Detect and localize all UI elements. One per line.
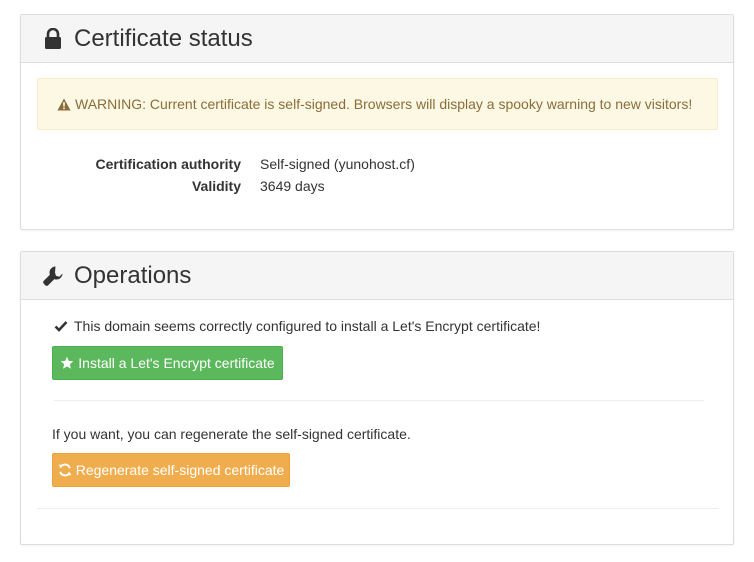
panel-heading: Certificate status [21, 15, 733, 63]
panel-title: Operations [74, 261, 192, 289]
detail-label: Validity [191, 178, 241, 194]
regenerate-self-signed-button[interactable]: Regenerate self-signed certificate [52, 453, 290, 487]
regenerate-text: If you want, you can regenerate the self… [52, 426, 411, 442]
detail-value: 3649 days [260, 178, 325, 194]
star-icon [60, 356, 74, 370]
divider [37, 508, 718, 509]
configuration-ok-message: This domain seems correctly configured t… [54, 318, 540, 334]
certificate-details: Certification authority Self-signed (yun… [21, 153, 733, 197]
detail-row-authority: Certification authority Self-signed (yun… [21, 153, 733, 175]
lock-icon [41, 27, 65, 51]
operations-panel: Operations This domain seems correctly c… [20, 251, 734, 545]
regenerate-button-label: Regenerate self-signed certificate [75, 462, 285, 478]
check-icon [54, 319, 68, 333]
detail-label: Certification authority [95, 156, 241, 172]
warning-triangle-icon [57, 98, 71, 111]
certificate-status-panel: Certificate status WARNING: Current cert… [20, 14, 734, 230]
panel-title: Certificate status [74, 24, 253, 52]
refresh-icon [58, 463, 72, 477]
divider [54, 400, 704, 401]
wrench-icon [41, 264, 65, 288]
self-signed-warning-alert: WARNING: Current certificate is self-sig… [37, 78, 718, 130]
install-button-label: Install a Let's Encrypt certificate [78, 355, 275, 371]
install-letsencrypt-button[interactable]: Install a Let's Encrypt certificate [52, 346, 283, 380]
detail-value: Self-signed (yunohost.cf) [260, 156, 415, 172]
detail-row-validity: Validity 3649 days [21, 175, 733, 197]
ok-message-text: This domain seems correctly configured t… [74, 318, 541, 334]
warning-text: WARNING: Current certificate is self-sig… [75, 96, 693, 112]
panel-heading: Operations [21, 252, 733, 300]
